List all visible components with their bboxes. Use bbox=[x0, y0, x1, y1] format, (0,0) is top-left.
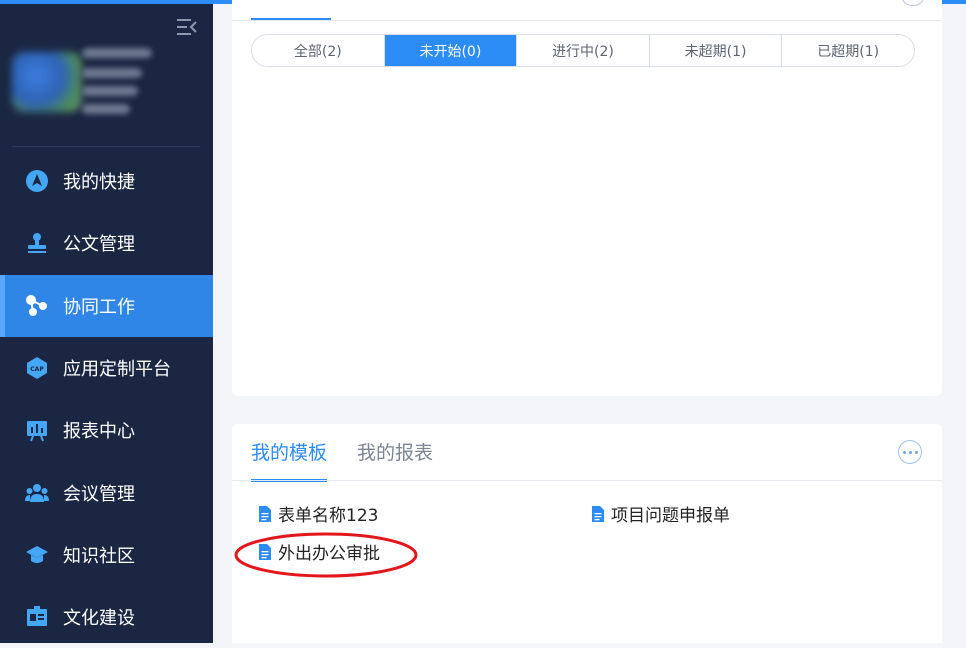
template-name: 项目问题申报单 bbox=[611, 506, 730, 526]
template-item[interactable]: 项目问题申报单 bbox=[591, 501, 730, 526]
blurred-info bbox=[82, 68, 142, 78]
ellipsis-dot bbox=[908, 450, 912, 454]
ellipsis-icon bbox=[902, 450, 906, 454]
sidebar-item-app-platform[interactable]: CAP 应用定制平台 bbox=[0, 337, 213, 399]
sidebar-item-shortcuts[interactable]: 我的快捷 bbox=[0, 150, 213, 212]
sidebar-item-culture[interactable]: 文化建设 bbox=[0, 586, 213, 648]
template-name: 表单名称123 bbox=[278, 506, 379, 526]
document-icon bbox=[259, 543, 271, 560]
template-item[interactable]: 表单名称123 bbox=[258, 501, 378, 526]
sidebar-item-reports[interactable]: 报表中心 bbox=[0, 399, 213, 461]
sidebar-item-label: 我的快捷 bbox=[63, 172, 135, 194]
collaboration-icon bbox=[25, 294, 49, 318]
ellipsis-dot bbox=[914, 450, 918, 454]
blurred-info bbox=[82, 86, 138, 96]
culture-board-icon bbox=[25, 605, 49, 629]
more-options-button[interactable] bbox=[898, 440, 922, 464]
svg-text:CAP: CAP bbox=[30, 366, 44, 373]
sidebar-item-documents[interactable]: 公文管理 bbox=[0, 212, 213, 274]
template-name: 外出办公审批 bbox=[278, 544, 380, 564]
collapse-menu-icon[interactable] bbox=[176, 16, 198, 38]
user-profile[interactable] bbox=[12, 44, 152, 122]
tab-my-templates[interactable]: 我的模板 bbox=[251, 438, 328, 482]
tab-divider bbox=[232, 480, 942, 481]
sidebar-divider bbox=[12, 146, 200, 147]
graduation-cap-icon bbox=[25, 543, 49, 567]
sidebar-item-meetings[interactable]: 会议管理 bbox=[0, 461, 213, 523]
status-tab-overdue[interactable]: 已超期(1) bbox=[782, 35, 914, 66]
stamp-icon bbox=[25, 231, 49, 255]
template-tabs: 我的模板 我的报表 bbox=[251, 438, 433, 482]
tab-divider bbox=[232, 20, 942, 21]
status-tab-in-progress[interactable]: 进行中(2) bbox=[517, 35, 650, 66]
template-item[interactable]: 外出办公审批 bbox=[258, 539, 380, 564]
sidebar-item-knowledge[interactable]: 知识社区 bbox=[0, 524, 213, 586]
report-board-icon bbox=[25, 418, 49, 442]
avatar[interactable] bbox=[12, 52, 82, 112]
sidebar-item-label: 文化建设 bbox=[63, 608, 135, 630]
sidebar-item-collaboration[interactable]: 协同工作 bbox=[0, 274, 213, 338]
sidebar-item-label: 应用定制平台 bbox=[63, 359, 171, 381]
meeting-people-icon bbox=[25, 481, 49, 505]
sidebar-menu: 我的快捷 公文管理 协同工作 CAP 应用定制平台 报表中心 会议管理 知识社区… bbox=[0, 150, 213, 648]
document-icon bbox=[592, 505, 604, 522]
status-tab-not-overdue[interactable]: 未超期(1) bbox=[650, 35, 783, 66]
status-tab-not-started[interactable]: 未开始(0) bbox=[384, 35, 518, 66]
sidebar-item-label: 知识社区 bbox=[63, 545, 135, 567]
cap-icon: CAP bbox=[25, 356, 49, 380]
navigation-icon bbox=[25, 169, 49, 193]
task-status-card: 全部(2) 未开始(0) 进行中(2) 未超期(1) 已超期(1) bbox=[232, 0, 942, 396]
document-icon bbox=[259, 505, 271, 522]
sidebar-item-label: 协同工作 bbox=[63, 296, 135, 318]
sidebar-item-label: 报表中心 bbox=[63, 421, 135, 443]
sidebar: 我的快捷 公文管理 协同工作 CAP 应用定制平台 报表中心 会议管理 知识社区… bbox=[0, 4, 213, 643]
sidebar-item-label: 公文管理 bbox=[63, 234, 135, 256]
status-filter: 全部(2) 未开始(0) 进行中(2) 未超期(1) 已超期(1) bbox=[251, 34, 915, 67]
sidebar-item-label: 会议管理 bbox=[63, 483, 135, 505]
tab-my-reports[interactable]: 我的报表 bbox=[357, 438, 433, 482]
more-options-icon[interactable] bbox=[902, 0, 924, 6]
status-tab-all[interactable]: 全部(2) bbox=[252, 35, 385, 66]
blurred-info bbox=[82, 104, 130, 114]
blurred-username bbox=[82, 48, 152, 58]
templates-card: 我的模板 我的报表 表单名称123 项目问题申报单 外出办公审批 bbox=[232, 424, 942, 643]
